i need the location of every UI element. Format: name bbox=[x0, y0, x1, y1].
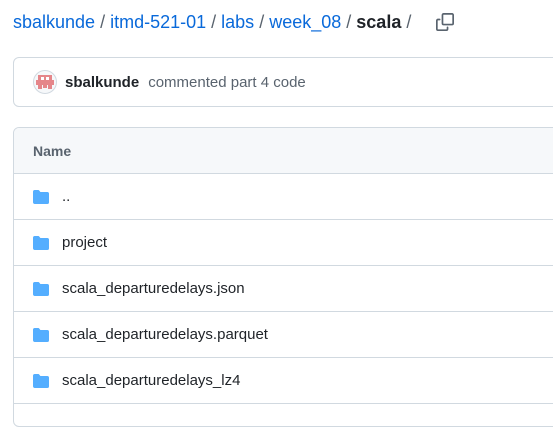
file-name-link[interactable]: .. bbox=[62, 188, 70, 205]
breadcrumb-separator: / bbox=[406, 11, 412, 32]
breadcrumb-current: scala bbox=[356, 11, 402, 32]
table-row-parent[interactable]: .. bbox=[14, 174, 553, 220]
commit-message-link[interactable]: commented part 4 code bbox=[148, 74, 306, 91]
latest-commit-bar: sbalkunde commented part 4 code bbox=[13, 57, 553, 107]
column-header-name: Name bbox=[33, 142, 72, 159]
folder-icon bbox=[33, 373, 49, 388]
breadcrumb-repo-link[interactable]: itmd-521-01 bbox=[110, 12, 206, 33]
folder-icon bbox=[33, 189, 49, 204]
file-name-link[interactable]: scala_departuredelays.json bbox=[62, 280, 245, 297]
table-header: Name bbox=[14, 128, 553, 174]
table-row[interactable]: project bbox=[14, 220, 553, 266]
identicon-icon bbox=[36, 75, 54, 89]
folder-icon bbox=[33, 281, 49, 296]
file-name-link[interactable]: project bbox=[62, 234, 107, 251]
breadcrumb-separator: / bbox=[211, 11, 217, 32]
breadcrumb-separator: / bbox=[259, 11, 265, 32]
table-row[interactable]: scala_departuredelays.parquet bbox=[14, 312, 553, 358]
breadcrumb: sbalkunde / itmd-521-01 / labs / week_08… bbox=[13, 9, 456, 35]
folder-icon bbox=[33, 235, 49, 250]
file-name-link[interactable]: scala_departuredelays.parquet bbox=[62, 326, 268, 343]
commit-author-link[interactable]: sbalkunde bbox=[65, 74, 139, 91]
copy-icon bbox=[436, 13, 455, 31]
breadcrumb-owner-link[interactable]: sbalkunde bbox=[13, 12, 95, 33]
breadcrumb-week-link[interactable]: week_08 bbox=[269, 12, 341, 33]
breadcrumb-labs-link[interactable]: labs bbox=[221, 12, 254, 33]
breadcrumb-separator: / bbox=[346, 11, 352, 32]
table-row[interactable]: scala_departuredelays.json bbox=[14, 266, 553, 312]
table-row[interactable]: scala_departuredelays_lz4 bbox=[14, 358, 553, 404]
avatar[interactable] bbox=[33, 70, 57, 94]
folder-icon bbox=[33, 327, 49, 342]
copy-path-button[interactable] bbox=[434, 11, 456, 33]
breadcrumb-separator: / bbox=[100, 11, 106, 32]
file-name-link[interactable]: scala_departuredelays_lz4 bbox=[62, 372, 240, 389]
file-table: Name .. project scala_departuredelays.js… bbox=[13, 127, 553, 427]
